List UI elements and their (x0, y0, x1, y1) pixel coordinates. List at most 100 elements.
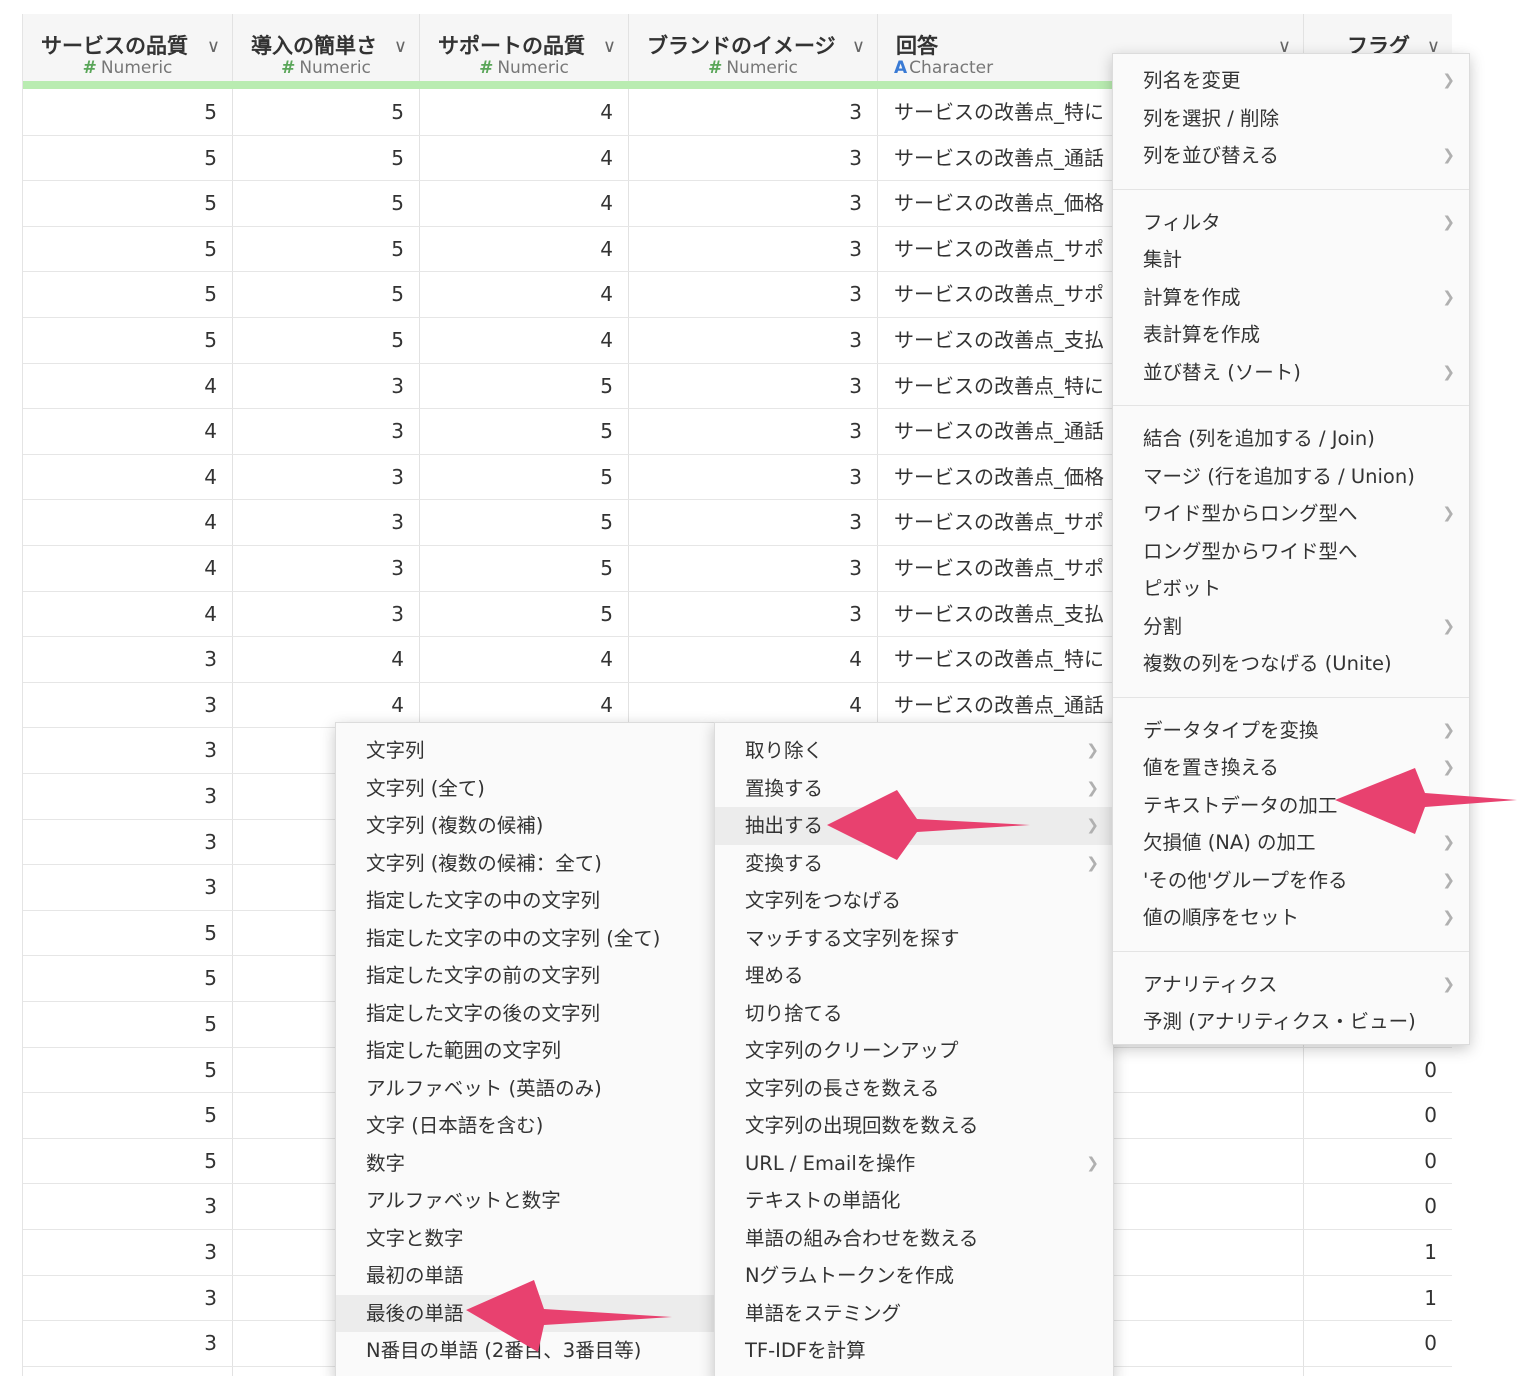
column-menu-item[interactable]: 値を置き換える ❯ (1113, 749, 1469, 787)
table-cell[interactable]: 3 (23, 774, 233, 819)
table-cell[interactable]: 4 (23, 546, 233, 591)
table-cell[interactable]: 0 (1304, 1184, 1452, 1229)
table-cell[interactable]: 3 (233, 455, 420, 500)
table-cell[interactable]: 4 (629, 637, 878, 682)
text-menu-item[interactable]: テキストの単語化 (715, 1182, 1113, 1220)
column-menu-item[interactable]: 計算を作成 ❯ (1113, 279, 1469, 317)
table-cell[interactable]: 3 (629, 546, 878, 591)
table-cell[interactable]: 5 (23, 272, 233, 317)
table-cell[interactable]: 5 (420, 364, 629, 409)
column-menu-item[interactable]: 列を並び替える ❯ (1113, 137, 1469, 175)
extract-menu-item[interactable]: 文字と数字 (336, 1220, 714, 1258)
chevron-down-icon[interactable]: ∨ (603, 36, 616, 57)
table-cell[interactable]: 3 (629, 318, 878, 363)
table-cell[interactable]: 5 (420, 592, 629, 637)
text-menu-item[interactable]: 置換する ❯ (715, 770, 1113, 808)
column-menu-item[interactable]: 'その他'グループを作る ❯ (1113, 862, 1469, 900)
extract-menu-item[interactable]: 指定した文字の後の文字列 (336, 995, 714, 1033)
column-menu-item[interactable]: 列名を変更 ❯ (1113, 62, 1469, 100)
table-cell[interactable]: 4 (23, 455, 233, 500)
table-cell[interactable]: 5 (233, 272, 420, 317)
table-cell[interactable]: 3 (233, 546, 420, 591)
table-cell[interactable]: 5 (420, 546, 629, 591)
table-cell[interactable]: 5 (233, 318, 420, 363)
column-menu-item[interactable]: 予測 (アナリティクス・ビュー) (1113, 1003, 1469, 1041)
table-cell[interactable]: 4 (420, 637, 629, 682)
column-menu-item[interactable]: 分割 ❯ (1113, 608, 1469, 646)
extract-menu-item[interactable]: 文字 (日本語を含む) (336, 1107, 714, 1145)
text-menu-item[interactable]: 文字列をつなげる (715, 882, 1113, 920)
extract-menu-item[interactable]: 最初の単語 (336, 1257, 714, 1295)
column-menu-item[interactable]: アナリティクス ❯ (1113, 966, 1469, 1004)
table-cell[interactable]: 0 (1304, 1139, 1452, 1184)
table-cell[interactable]: 3 (23, 820, 233, 865)
table-cell[interactable]: 4 (420, 272, 629, 317)
table-cell[interactable]: 5 (233, 90, 420, 135)
table-cell[interactable]: 5 (420, 455, 629, 500)
table-cell[interactable]: 4 (420, 90, 629, 135)
column-menu-item[interactable]: 値の順序をセット ❯ (1113, 899, 1469, 937)
table-cell[interactable]: 5 (23, 1093, 233, 1138)
table-cell[interactable]: 4 (420, 683, 629, 728)
table-cell[interactable]: 3 (233, 364, 420, 409)
table-cell[interactable]: 1 (1304, 1276, 1452, 1321)
extract-menu-item[interactable]: アルファベット (英語のみ) (336, 1070, 714, 1108)
column-header[interactable]: サービスの品質 ∨ # Numeric (23, 14, 232, 82)
table-cell[interactable]: 5 (23, 1139, 233, 1184)
text-menu-item[interactable]: URL / Emailを操作 ❯ (715, 1145, 1113, 1183)
extract-menu-item[interactable]: 指定した文字の中の文字列 (全て) (336, 920, 714, 958)
table-cell[interactable]: 0 (1304, 1093, 1452, 1138)
table-cell[interactable]: 3 (23, 1184, 233, 1229)
extract-menu-item[interactable]: 数字 (336, 1145, 714, 1183)
chevron-down-icon[interactable]: ∨ (394, 36, 407, 57)
text-menu-item[interactable]: マッチする文字列を探す (715, 920, 1113, 958)
extract-menu-item[interactable]: アルファベットと数字 (336, 1182, 714, 1220)
table-cell[interactable]: 5 (420, 500, 629, 545)
column-menu-item[interactable]: 複数の列をつなげる (Unite) (1113, 645, 1469, 683)
table-cell[interactable]: 3 (23, 637, 233, 682)
table-cell[interactable]: 4 (420, 318, 629, 363)
extract-menu-item[interactable]: 文字列 (全て) (336, 770, 714, 808)
table-cell[interactable]: 3 (23, 683, 233, 728)
table-cell[interactable]: 4 (420, 181, 629, 226)
table-cell[interactable]: 3 (629, 500, 878, 545)
table-cell[interactable]: 3 (629, 592, 878, 637)
text-menu-item[interactable]: TF-IDFを計算 (715, 1332, 1113, 1370)
table-cell[interactable]: 5 (23, 1048, 233, 1093)
text-menu-item[interactable]: Nグラムトークンを作成 (715, 1257, 1113, 1295)
table-cell[interactable]: 3 (23, 1276, 233, 1321)
table-cell[interactable]: 4 (23, 364, 233, 409)
text-menu-item[interactable]: 文字列の長さを数える (715, 1070, 1113, 1108)
table-cell[interactable]: 5 (23, 318, 233, 363)
table-cell[interactable]: 4 (233, 637, 420, 682)
text-menu-item[interactable]: 切り捨てる (715, 995, 1113, 1033)
extract-menu-item[interactable]: 最後の単語 (336, 1294, 714, 1332)
text-menu-item[interactable]: 取り除く ❯ (715, 732, 1113, 770)
table-cell[interactable]: 0 (1304, 1321, 1452, 1366)
column-menu-item[interactable]: 列を選択 / 削除 (1113, 100, 1469, 138)
table-cell[interactable]: 3 (629, 227, 878, 272)
table-cell[interactable]: 3 (629, 90, 878, 135)
table-cell[interactable]: 3 (629, 272, 878, 317)
table-cell[interactable]: 5 (420, 409, 629, 454)
column-menu-item[interactable]: 表計算を作成 (1113, 316, 1469, 354)
column-menu-item[interactable]: マージ (行を追加する / Union) (1113, 458, 1469, 496)
chevron-down-icon[interactable]: ∨ (207, 36, 220, 57)
table-cell[interactable]: 3 (233, 409, 420, 454)
table-cell[interactable]: 3 (23, 1230, 233, 1275)
column-menu-item[interactable]: ワイド型からロング型へ ❯ (1113, 495, 1469, 533)
table-cell[interactable]: 4 (629, 683, 878, 728)
table-cell[interactable]: 4 (23, 409, 233, 454)
table-cell[interactable]: 5 (23, 956, 233, 1001)
text-menu-item[interactable]: 文字列のクリーンアップ (715, 1032, 1113, 1070)
table-cell[interactable]: 3 (629, 136, 878, 181)
text-menu-item[interactable]: 変換する ❯ (715, 845, 1113, 883)
column-menu-item[interactable]: 集計 (1113, 241, 1469, 279)
column-menu-item[interactable]: テキストデータの加工 (1113, 787, 1469, 825)
text-menu-item[interactable]: 文字列の出現回数を数える (715, 1107, 1113, 1145)
table-cell[interactable]: 5 (23, 1002, 233, 1047)
column-menu-item[interactable]: ピボット (1113, 570, 1469, 608)
text-menu-item[interactable]: 単語の組み合わせを数える (715, 1220, 1113, 1258)
column-header[interactable]: サポートの品質 ∨ # Numeric (420, 14, 628, 82)
extract-menu-item[interactable]: 文字列 (複数の候補) (336, 807, 714, 845)
